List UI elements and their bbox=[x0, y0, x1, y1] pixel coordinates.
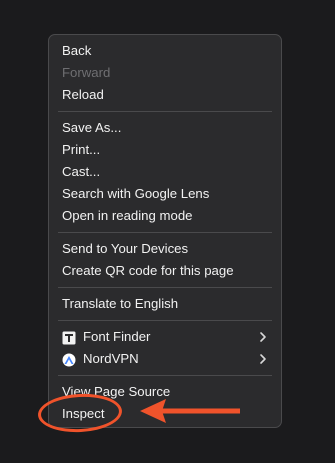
menu-separator bbox=[58, 375, 272, 376]
menu-item-reading-mode[interactable]: Open in reading mode bbox=[49, 205, 281, 227]
menu-item-reload[interactable]: Reload bbox=[49, 84, 281, 106]
menu-separator bbox=[58, 320, 272, 321]
font-finder-icon bbox=[62, 330, 76, 345]
menu-item-label: Open in reading mode bbox=[62, 208, 193, 223]
chevron-right-icon bbox=[258, 326, 268, 348]
menu-item-cast[interactable]: Cast... bbox=[49, 161, 281, 183]
menu-item-translate[interactable]: Translate to English bbox=[49, 293, 281, 315]
menu-item-label: Cast... bbox=[62, 164, 101, 179]
menu-item-label: Forward bbox=[62, 65, 111, 80]
menu-item-label: Translate to English bbox=[62, 296, 179, 311]
menu-item-back[interactable]: Back bbox=[49, 40, 281, 62]
menu-item-label: Send to Your Devices bbox=[62, 241, 189, 256]
menu-separator bbox=[58, 287, 272, 288]
menu-item-label: Create QR code for this page bbox=[62, 263, 234, 278]
menu-item-label: Font Finder bbox=[83, 329, 151, 344]
menu-item-search-google-lens[interactable]: Search with Google Lens bbox=[49, 183, 281, 205]
menu-item-label: Print... bbox=[62, 142, 101, 157]
chevron-right-icon bbox=[258, 348, 268, 370]
menu-item-forward: Forward bbox=[49, 62, 281, 84]
menu-item-label: Search with Google Lens bbox=[62, 186, 210, 201]
menu-item-create-qr-code[interactable]: Create QR code for this page bbox=[49, 260, 281, 282]
menu-item-nordvpn[interactable]: NordVPN bbox=[49, 348, 281, 370]
nordvpn-icon bbox=[62, 352, 76, 367]
menu-item-label: Back bbox=[62, 43, 92, 58]
menu-item-font-finder[interactable]: Font Finder bbox=[49, 326, 281, 348]
menu-item-print[interactable]: Print... bbox=[49, 139, 281, 161]
menu-item-save-as[interactable]: Save As... bbox=[49, 117, 281, 139]
menu-item-label: NordVPN bbox=[83, 351, 139, 366]
menu-separator bbox=[58, 111, 272, 112]
screen: Back Forward Reload Save As... Print... … bbox=[0, 0, 335, 463]
annotation-arrow-icon bbox=[140, 399, 240, 423]
context-menu: Back Forward Reload Save As... Print... … bbox=[48, 34, 282, 428]
menu-separator bbox=[58, 232, 272, 233]
menu-item-label: Reload bbox=[62, 87, 104, 102]
menu-item-label: Save As... bbox=[62, 120, 122, 135]
menu-item-send-to-devices[interactable]: Send to Your Devices bbox=[49, 238, 281, 260]
